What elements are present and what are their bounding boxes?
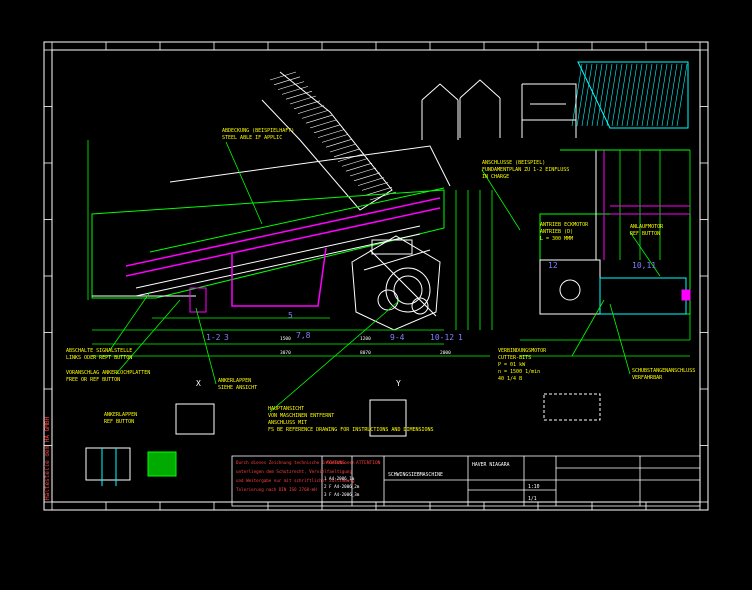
callout-text: n = 1500 1/min <box>498 369 540 375</box>
section-label: 7,8 <box>296 331 311 340</box>
callout-text: VON MASCHINEN ENTFERNT <box>268 413 334 419</box>
section-label: 10,11 <box>632 261 656 270</box>
dimension-text: 1500 <box>280 336 291 342</box>
callout-text: ANSCHLUSSE (BEISPIEL) <box>482 160 545 166</box>
view-mark: X <box>196 379 201 388</box>
callout-text: SCHUBSTANGENANSCHLUSS <box>632 368 695 374</box>
callout-text: P = 01 kW <box>498 362 526 368</box>
callout-text: VERFAHRBAR <box>632 375 663 381</box>
callout-text: REF BUTTON <box>630 231 660 237</box>
dimension-text: 8070 <box>360 350 371 356</box>
callout-text: ANLAUFMOTOR <box>630 224 664 230</box>
section-label: 5 <box>288 311 293 320</box>
callout-text: VORANSCHLAG ANKERLOCHPLATTEN <box>66 370 150 376</box>
section-label: 3 <box>224 333 229 342</box>
callout-text: 40 1/4 B <box>498 376 522 382</box>
callout-text: ANTRIEB (D) <box>540 229 573 235</box>
callout-text: REF BUTTON <box>104 419 134 425</box>
callout-text: ABDECKUNG (BEISPIELHAFT) <box>222 128 294 134</box>
revision-row: 3 F A4-2006_3m <box>324 492 360 497</box>
callout-text: HAUPTANSICHT <box>268 406 304 412</box>
callout-text: LINKS ODER REPT BUTTON <box>66 355 132 361</box>
title-note: unterliegen dem Schutzrecht. Vervielfael… <box>236 469 352 474</box>
sheet-number: 1/1 <box>528 496 537 502</box>
warning-head: ACHTUNG <box>326 460 345 466</box>
section-label: 12 <box>548 261 558 270</box>
callout-text: CUTTER-BITS <box>498 355 531 361</box>
callout-text: ANKERLAPPEN <box>218 378 251 384</box>
revision-row: 2 F A4-2006_2m <box>324 484 360 489</box>
drawing-title: SCHWINGSIEBMASCHINE <box>388 472 443 478</box>
callout-text: IN CHARGE <box>482 174 509 180</box>
callout-text: SIEHE ANSICHT <box>218 385 257 391</box>
callout-text: ANSCHLUSS MIT <box>268 420 307 426</box>
dimension-text: 2000 <box>440 350 451 356</box>
callout-text: ANKERLAPPEN <box>104 412 137 418</box>
view-mark: Y <box>396 379 401 388</box>
callout-text: ANTRIEB ECKMOTOR <box>540 222 589 228</box>
callout-text: L = 300 MMM <box>540 236 573 242</box>
dimension-text: 1200 <box>360 336 371 342</box>
callout-text: FUNDAMENTPLAN ZU 1-2 EINFLUSS <box>482 167 569 173</box>
warning-head: ATTENTION <box>356 460 381 466</box>
section-label: 1 <box>458 333 463 342</box>
callout-text: VERBINDUNGSMOTOR <box>498 348 547 354</box>
section-label: 9-4 <box>390 333 405 342</box>
dimension-text: 3070 <box>280 350 291 356</box>
section-label: 1-2 <box>206 333 221 342</box>
callout-text: FREE OR REF BUTTON <box>66 377 120 383</box>
callout-text: ABSCHALTE SIGNALSTELLE <box>66 348 132 354</box>
cad-drawing: ABDECKUNG (BEISPIELHAFT)STEEL ABLE IF AP… <box>0 0 752 590</box>
callout-text: FS BE REFERENCE DRAWING FOR INSTRUCTIONS… <box>268 427 434 433</box>
section-label: 10-12 <box>430 333 454 342</box>
title-note: Tolerierung nach DIN ISO 2768-mH <box>236 487 317 492</box>
company-name: HAVER NIAGARA <box>472 462 510 468</box>
side-title: Haltestelle dem HA GMBH <box>44 417 51 500</box>
scale: 1:10 <box>528 484 540 490</box>
callout-text: STEEL ABLE IF APPLIC <box>222 135 282 141</box>
revision-row: 1 A4-2006_1m <box>324 476 355 481</box>
